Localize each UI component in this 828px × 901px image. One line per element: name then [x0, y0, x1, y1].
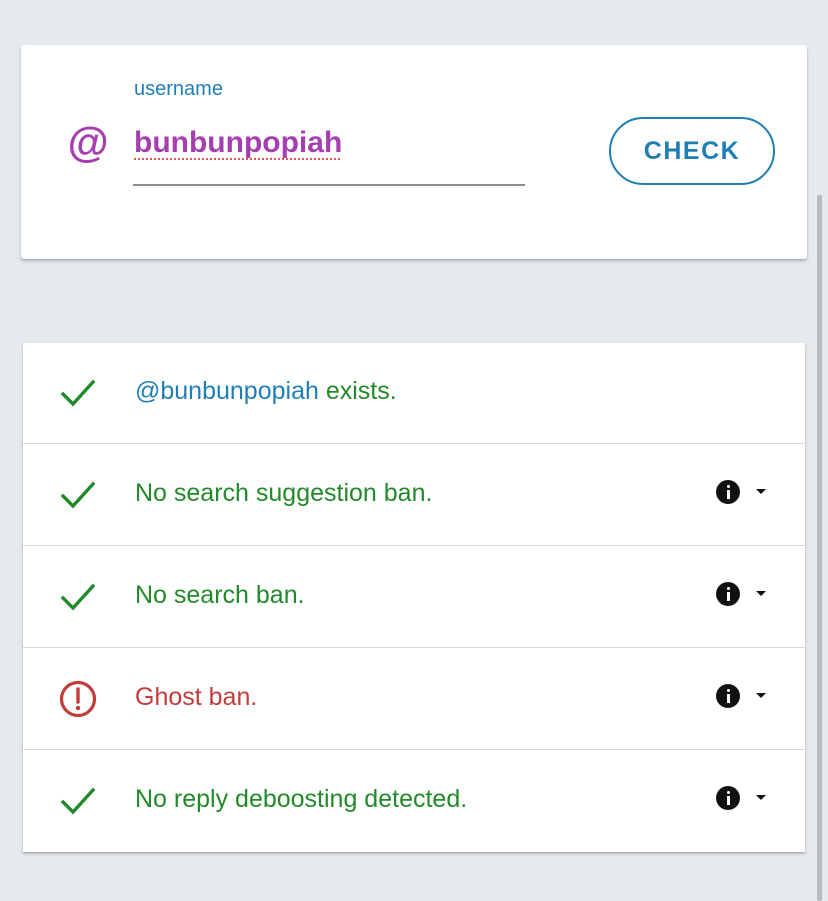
- result-row-search-suggestion-ban[interactable]: No search suggestion ban.: [23, 445, 805, 546]
- info-icon[interactable]: [716, 786, 740, 810]
- result-row-reply-deboosting[interactable]: No reply deboosting detected.: [23, 751, 805, 852]
- result-row-ghost-ban[interactable]: Ghost ban.: [23, 649, 805, 750]
- scrollbar[interactable]: [817, 195, 822, 901]
- row-divider: [23, 647, 805, 648]
- check-icon: [60, 583, 96, 611]
- result-row-exists: @bunbunpopiah exists.: [23, 343, 805, 444]
- row-divider: [23, 749, 805, 750]
- expand-caret-icon[interactable]: [756, 795, 766, 800]
- input-underline: [133, 184, 525, 186]
- at-symbol-icon: @: [67, 119, 108, 166]
- result-label: exists.: [318, 377, 397, 405]
- check-icon: [60, 379, 96, 407]
- row-divider: [23, 545, 805, 546]
- info-icon[interactable]: [716, 582, 740, 606]
- result-handle: @bunbunpopiah: [135, 377, 319, 405]
- username-input[interactable]: bunbunpopiah: [134, 126, 342, 160]
- check-icon: [60, 787, 96, 815]
- alert-circle-icon: [59, 680, 97, 718]
- results-card: @bunbunpopiah exists. No search suggesti…: [23, 343, 805, 852]
- result-text: Ghost ban.: [135, 683, 258, 711]
- expand-caret-icon[interactable]: [756, 693, 766, 698]
- row-divider: [23, 443, 805, 444]
- result-text: No search suggestion ban.: [135, 479, 433, 507]
- check-icon: [60, 481, 96, 509]
- expand-caret-icon[interactable]: [756, 591, 766, 596]
- result-text: @bunbunpopiah exists.: [135, 377, 397, 406]
- result-text: No reply deboosting detected.: [135, 785, 468, 813]
- result-row-search-ban[interactable]: No search ban.: [23, 547, 805, 648]
- result-text: No search ban.: [135, 581, 305, 609]
- info-icon[interactable]: [716, 684, 740, 708]
- check-button[interactable]: CHECK: [609, 117, 775, 185]
- info-icon[interactable]: [716, 480, 740, 504]
- expand-caret-icon[interactable]: [756, 489, 766, 494]
- username-label: username: [134, 78, 223, 100]
